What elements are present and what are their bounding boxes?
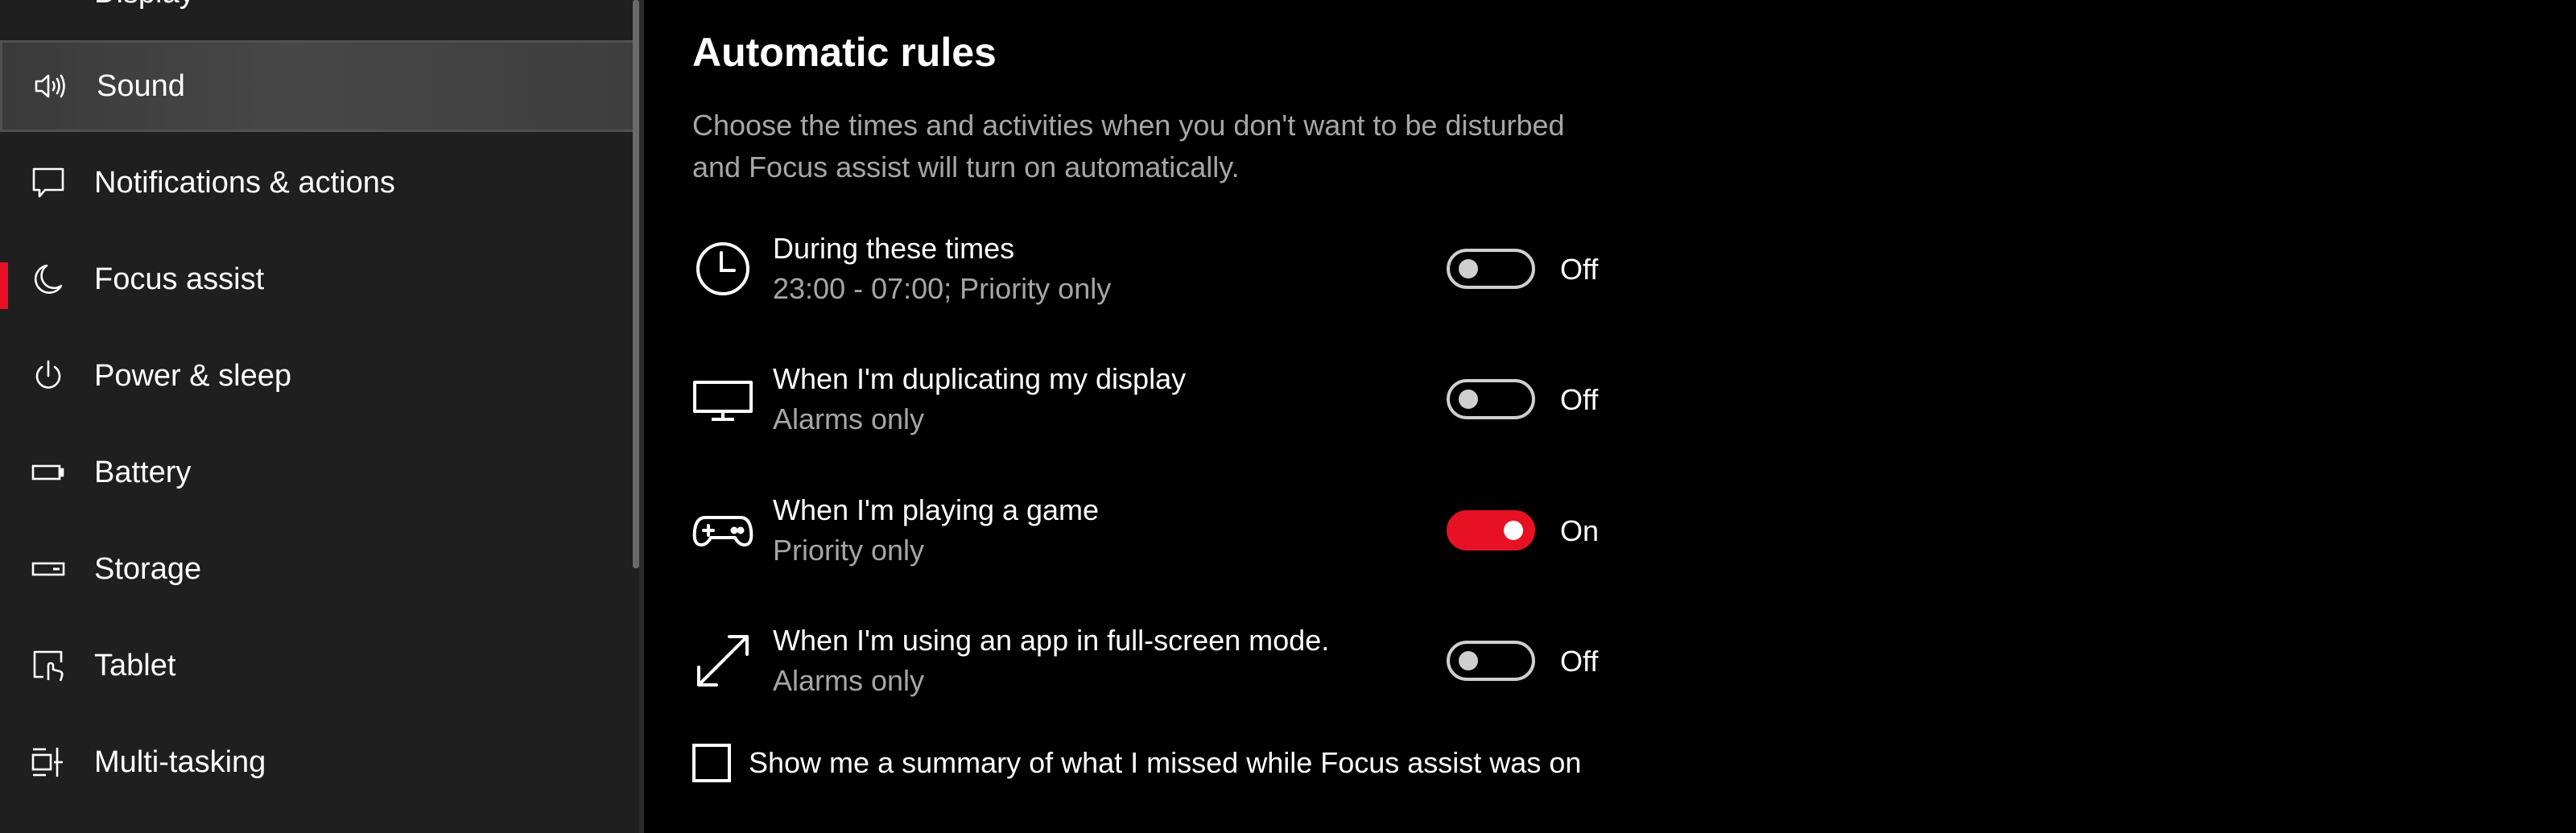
sidebar-item-focus-assist[interactable]: Focus assist — [0, 233, 638, 325]
selected-indicator — [0, 262, 8, 309]
sidebar-item-label: Notifications & actions — [94, 165, 395, 200]
message-icon — [31, 165, 66, 200]
rule-title: When I'm duplicating my display — [773, 362, 1187, 395]
rule-title: During these times — [773, 232, 1015, 265]
sidebar-item-storage[interactable]: Storage — [0, 523, 638, 615]
toggle-knob — [1504, 521, 1523, 540]
rule-toggle[interactable] — [1447, 379, 1535, 419]
rule-toggle[interactable] — [1447, 510, 1535, 551]
rule-toggle[interactable] — [1447, 249, 1535, 289]
section-description: Choose the times and activities when you… — [692, 109, 1565, 184]
section-title: Automatic rules — [692, 30, 997, 75]
settings-sidebar: Display Sound Notifications & actions — [0, 0, 644, 833]
rule-toggle[interactable] — [1447, 641, 1535, 681]
gamepad-icon — [692, 500, 753, 561]
sidebar-item-label: Sound — [97, 68, 185, 103]
sidebar-item-label: Focus assist — [94, 262, 265, 296]
rule-title: When I'm using an app in full-screen mod… — [773, 624, 1330, 657]
rule-fullscreen-app[interactable]: When I'm using an app in full-screen mod… — [692, 624, 1658, 712]
power-icon — [31, 358, 66, 394]
clock-icon — [692, 238, 753, 299]
rule-during-these-times[interactable]: During these times 23:00 - 07:00; Priori… — [692, 232, 1658, 320]
sidebar-item-notifications[interactable]: Notifications & actions — [0, 137, 638, 229]
sidebar-item-display-partial[interactable]: Display — [94, 0, 195, 10]
toggle-state-label: Off — [1560, 645, 1599, 678]
rule-title: When I'm playing a game — [773, 493, 1100, 526]
sidebar-item-multitasking[interactable]: Multi-tasking — [0, 716, 638, 808]
rule-playing-game[interactable]: When I'm playing a game Priority only On — [692, 493, 1658, 582]
rule-subtitle: Priority only — [773, 534, 925, 567]
storage-icon — [31, 551, 66, 587]
focus-assist-page: Automatic rules Choose the times and act… — [644, 0, 2576, 833]
sidebar-item-label: Multi-tasking — [94, 744, 266, 779]
sidebar-item-sound[interactable]: Sound — [0, 40, 638, 132]
summary-checkbox[interactable] — [692, 744, 731, 782]
moon-icon — [31, 262, 66, 297]
settings-window: Display Sound Notifications & actions — [0, 0, 2576, 833]
toggle-state-label: Off — [1560, 253, 1599, 286]
multitasking-icon — [31, 744, 66, 780]
toggle-knob — [1459, 259, 1478, 278]
speaker-icon — [33, 68, 68, 104]
sidebar-item-label: Tablet — [94, 648, 176, 682]
sidebar-item-label: Power & sleep — [94, 358, 292, 393]
fullscreen-arrow-icon — [692, 630, 753, 691]
sidebar-scrollbar[interactable] — [633, 0, 639, 568]
rule-subtitle: 23:00 - 07:00; Priority only — [773, 272, 1112, 305]
toggle-state-label: On — [1560, 514, 1600, 547]
summary-checkbox-label: Show me a summary of what I missed while… — [749, 746, 1582, 779]
rule-subtitle: Alarms only — [773, 402, 925, 435]
rule-duplicating-display[interactable]: When I'm duplicating my display Alarms o… — [692, 362, 1658, 451]
sidebar-item-battery[interactable]: Battery — [0, 427, 638, 518]
monitor-icon — [692, 369, 753, 430]
summary-checkbox-row[interactable]: Show me a summary of what I missed while… — [692, 740, 1581, 786]
sidebar-item-label: Battery — [94, 455, 192, 489]
toggle-state-label: Off — [1560, 383, 1599, 416]
toggle-knob — [1459, 651, 1478, 670]
sidebar-item-label: Storage — [94, 551, 202, 586]
toggle-knob — [1459, 390, 1478, 409]
battery-icon — [31, 455, 66, 490]
tablet-icon — [31, 648, 66, 683]
sidebar-item-power-sleep[interactable]: Power & sleep — [0, 330, 638, 422]
rule-subtitle: Alarms only — [773, 664, 925, 697]
sidebar-item-tablet[interactable]: Tablet — [0, 620, 638, 711]
